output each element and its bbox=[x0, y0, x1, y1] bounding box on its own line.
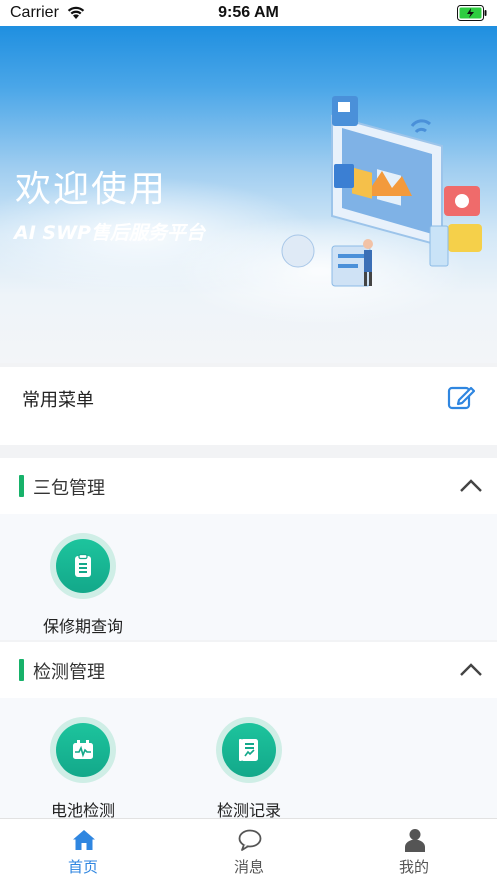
tab-bar: 首页 消息 我的 bbox=[0, 818, 497, 884]
clock: 9:56 AM bbox=[218, 4, 279, 21]
tab-profile[interactable]: 我的 bbox=[331, 819, 497, 884]
section-title: 三包管理 bbox=[33, 478, 105, 499]
status-bar: Carrier 9:56 AM bbox=[0, 0, 497, 26]
tile-label: 保修期查询 bbox=[42, 617, 123, 636]
banner-welcome-text: 欢迎使用 bbox=[15, 169, 168, 210]
chevron-up-icon[interactable] bbox=[458, 476, 484, 496]
chat-icon bbox=[238, 829, 262, 851]
tab-home[interactable]: 首页 bbox=[0, 819, 166, 884]
tab-messages[interactable]: 消息 bbox=[166, 819, 332, 884]
tab-label: 首页 bbox=[67, 858, 98, 876]
tile-icon-ring bbox=[216, 717, 282, 783]
section-header-detection[interactable]: 检测管理 bbox=[0, 642, 497, 698]
tile-icon-ring bbox=[50, 717, 116, 783]
document-icon bbox=[56, 539, 110, 593]
tile-icon-ring bbox=[50, 533, 116, 599]
tab-label: 消息 bbox=[233, 858, 264, 876]
user-icon bbox=[405, 829, 425, 852]
welcome-banner: 欢迎使用 AI SWP售后服务平台 bbox=[0, 26, 497, 363]
tile-warranty-query[interactable]: 保修期查询 bbox=[23, 533, 143, 643]
banner-subtitle: AI SWP售后服务平台 bbox=[14, 222, 205, 244]
section-body-detection: 电池检测 检测记录 bbox=[0, 698, 497, 820]
edit-icon[interactable] bbox=[447, 383, 475, 411]
tile-battery-test[interactable]: 电池检测 bbox=[23, 717, 143, 827]
battery-icon bbox=[457, 5, 487, 21]
section-title: 检测管理 bbox=[33, 662, 105, 683]
section-header-sanbao[interactable]: 三包管理 bbox=[0, 458, 497, 514]
section-body-sanbao: 保修期查询 bbox=[0, 514, 497, 640]
chevron-up-icon[interactable] bbox=[458, 660, 484, 680]
section-accent-bar bbox=[19, 475, 24, 497]
section-accent-bar bbox=[19, 659, 24, 681]
battery-monitor-icon bbox=[56, 723, 110, 777]
common-menu-card: 常用菜单 bbox=[0, 367, 497, 445]
dashboard-illustration bbox=[281, 96, 482, 287]
tile-test-records[interactable]: 检测记录 bbox=[189, 717, 309, 827]
home-icon bbox=[73, 830, 95, 850]
common-menu-title: 常用菜单 bbox=[22, 390, 94, 411]
record-icon bbox=[222, 723, 276, 777]
tab-label: 我的 bbox=[398, 858, 429, 876]
